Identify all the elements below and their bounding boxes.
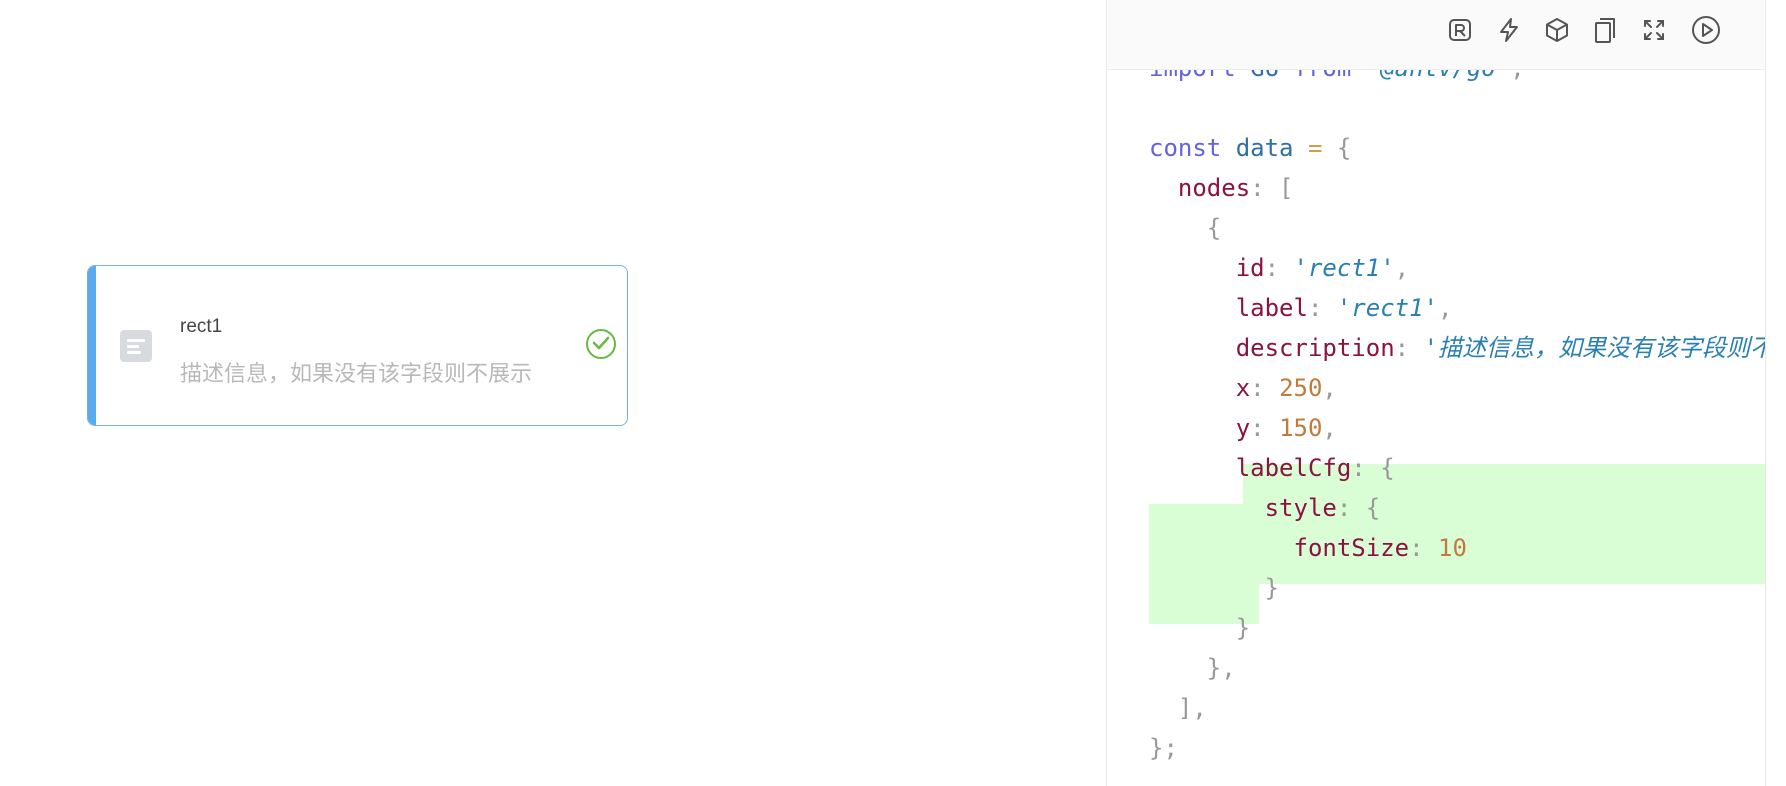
code-line: id: 'rect1', xyxy=(1235,254,1410,282)
graph-canvas[interactable]: rect1 描述信息，如果没有该字段则不展示 xyxy=(0,0,1106,786)
code-line: }; xyxy=(1149,734,1178,762)
code-line: fontSize: 10 xyxy=(1293,534,1467,562)
copy-icon[interactable] xyxy=(1589,14,1621,46)
code-line: labelCfg: { xyxy=(1235,454,1395,482)
editor-toolbar xyxy=(1107,0,1765,70)
code-line: import G6 from '@antv/g6'; xyxy=(1149,70,1525,88)
code-line: } xyxy=(1235,614,1251,642)
code-line: }, xyxy=(1206,654,1236,682)
code-line: nodes: [ xyxy=(1177,174,1294,202)
node-title: rect1 xyxy=(180,316,223,337)
code-line: label: 'rect1', xyxy=(1235,294,1453,322)
code-line: x: 250, xyxy=(1235,374,1337,402)
code-area[interactable]: import G6 from '@antv/g6'; const data = … xyxy=(1107,70,1765,786)
file-text-icon xyxy=(120,330,152,362)
code-line: { xyxy=(1206,214,1222,242)
riddle-icon[interactable] xyxy=(1444,14,1476,46)
code-line: const data = { xyxy=(1149,134,1352,162)
node-accent-bar xyxy=(88,266,96,425)
code-line: description: '描述信息，如果没有该字段则不展示' xyxy=(1235,334,1765,362)
node-description: 描述信息，如果没有该字段则不展示 xyxy=(180,362,533,387)
lightning-icon[interactable] xyxy=(1493,14,1525,46)
fullscreen-icon[interactable] xyxy=(1638,14,1670,46)
codesandbox-cube-icon[interactable] xyxy=(1541,14,1573,46)
code-line: ], xyxy=(1177,694,1207,722)
code-line: y: 150, xyxy=(1235,414,1337,442)
check-circle-icon xyxy=(586,329,616,359)
code-line: style: { xyxy=(1264,494,1381,522)
code-editor-panel: import G6 from '@antv/g6'; const data = … xyxy=(1106,0,1766,786)
rect-node[interactable]: rect1 描述信息，如果没有该字段则不展示 xyxy=(87,265,628,426)
code-line: } xyxy=(1264,574,1280,602)
play-icon[interactable] xyxy=(1690,14,1722,46)
